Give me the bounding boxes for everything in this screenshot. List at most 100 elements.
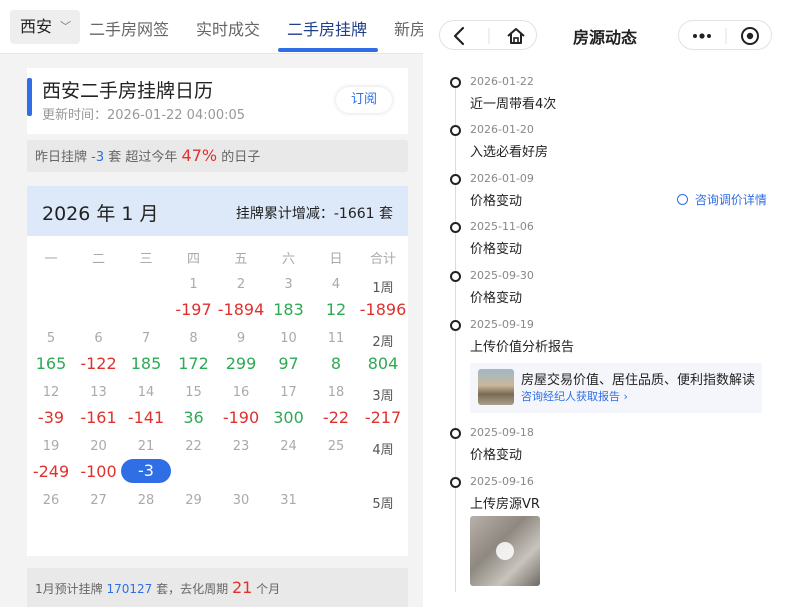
timeline-date: 2026-01-20 [470, 123, 534, 136]
timeline-date: 2025-09-30 [470, 269, 534, 282]
calendar-day: 17 [280, 385, 297, 400]
week-label: 4周 [372, 443, 394, 458]
calendar-day: 18 [327, 385, 345, 400]
week-total-value: -217 [364, 408, 402, 427]
back-icon[interactable] [453, 26, 465, 46]
calendar-header-card: 西安二手房挂牌日历 更新时间：2026-01-22 04:00:05 订阅 [27, 68, 408, 134]
vr-thumbnail[interactable] [470, 516, 540, 586]
daily-change-value: -39 [37, 408, 65, 427]
weekday-label: 五 [234, 252, 248, 267]
timeline-date: 2025-09-16 [470, 475, 534, 488]
more-icon[interactable] [693, 33, 711, 39]
calendar-day: 20 [90, 439, 107, 454]
chevron-down-icon: ﹀ [60, 20, 71, 33]
weekday-label: 二 [91, 252, 105, 267]
weekday-label: 一 [44, 252, 58, 267]
daily-change-value: 299 [225, 354, 257, 373]
title-accent-bar [27, 78, 32, 116]
report-link[interactable]: 咨询经纪人获取报告 › [521, 388, 628, 404]
active-tab-indicator [278, 48, 378, 52]
daily-change-value: -141 [127, 408, 165, 427]
calendar-day: 8 [189, 331, 198, 346]
calendar-day: 3 [284, 277, 293, 292]
vr-play-icon [496, 542, 514, 560]
daily-change-value: 165 [35, 354, 67, 373]
calendar-day: 21 [137, 439, 155, 454]
timeline-dot [450, 271, 461, 282]
calendar-day: 23 [232, 439, 250, 454]
timeline-dot [450, 125, 461, 136]
timeline-dot [450, 77, 461, 88]
calendar-day: 10 [280, 331, 297, 346]
calendar-day: 26 [42, 493, 60, 508]
daily-change-value: 36 [183, 408, 204, 427]
consult-price-label: 咨询调价详情 [694, 193, 767, 207]
weekday-label: 合计 [369, 252, 396, 267]
daily-change-value: -100 [80, 462, 117, 481]
daily-change-value: 300 [273, 408, 304, 427]
nav-left-capsule-icons [453, 26, 525, 46]
calendar-day: 30 [232, 493, 250, 508]
timeline-date: 2025-11-06 [470, 220, 534, 233]
timeline-event: 价格变动 [470, 291, 523, 306]
week-label: 1周 [372, 281, 394, 296]
weekday-label: 四 [186, 252, 200, 267]
yesterday-prefix: 昨日挂牌 [35, 150, 88, 165]
calendar-day: 25 [327, 439, 345, 454]
daily-change-value: 8 [330, 354, 342, 373]
calendar-day: 31 [280, 493, 297, 508]
nav-left-capsule [439, 20, 537, 50]
listing-activity-panel: 房源动态 2026-01-22 近一周带看4次 2026-01-20 入选必看好房 20… [423, 0, 794, 607]
city-selector[interactable]: 西安 ﹀ [10, 10, 80, 44]
daily-change-value: 185 [130, 354, 162, 373]
value-report-card[interactable]: 房屋交易价值、居住品质、便利指数解读 咨询经纪人获取报告 › [470, 363, 762, 413]
tab-new-homes[interactable]: 新房 [394, 0, 423, 54]
consult-price-button[interactable]: 咨询调价详情 [677, 191, 767, 208]
today-value[interactable]: -3 [121, 459, 171, 483]
tab-realtime-deals[interactable]: 实时成交 [196, 0, 260, 54]
calendar-day: 5 [46, 331, 56, 346]
report-title: 房屋交易价值、居住品质、便利指数解读 [521, 373, 756, 388]
timeline-event: 上传房源VR [470, 497, 540, 512]
week-total-value: -1896 [359, 300, 407, 319]
calendar-day: 19 [42, 439, 60, 454]
timeline-date: 2025-09-18 [470, 426, 534, 439]
daily-change-value: 172 [178, 354, 209, 373]
timeline-dot [450, 477, 461, 488]
forecast-value: 170127 [106, 582, 153, 596]
week-total-value: 804 [367, 354, 399, 373]
yesterday-suffix: 的日子 [221, 150, 261, 165]
daily-change-value: -122 [80, 354, 117, 373]
home-icon[interactable] [507, 28, 525, 44]
report-thumbnail [478, 369, 514, 405]
daily-change-value: -22 [322, 408, 350, 427]
forecast-prefix: 1月预计挂牌 [35, 582, 103, 596]
timeline-line [455, 82, 456, 592]
daily-change-value: 12 [325, 300, 347, 319]
calendar-day: 1 [189, 277, 198, 292]
forecast-period: 21 [231, 578, 253, 597]
timeline-event: 上传价值分析报告 [470, 340, 575, 355]
weekday-label: 六 [281, 252, 295, 267]
city-label: 西安 [20, 17, 53, 36]
calendar-day: 27 [90, 493, 107, 508]
yesterday-value: -3 [91, 150, 105, 165]
week-label: 5周 [372, 497, 394, 512]
tab-listings[interactable]: 二手房挂牌 [287, 0, 367, 54]
calendar-day: 11 [327, 331, 345, 346]
timeline-event: 价格变动 [470, 194, 523, 209]
close-target-icon[interactable] [741, 27, 759, 45]
yesterday-mid: 套 超过今年 [108, 150, 178, 165]
tab-online-sign[interactable]: 二手房网签 [89, 0, 169, 54]
daily-change-value: -197 [175, 300, 212, 319]
timeline-dot [450, 174, 461, 185]
calendar-day: 12 [42, 385, 60, 400]
timeline-event: 近一周带看4次 [470, 97, 557, 112]
calendar-day: 2 [236, 277, 246, 292]
calendar-day: 9 [236, 331, 246, 346]
subscribe-button[interactable]: 订阅 [336, 87, 392, 113]
yesterday-percent: 47% [181, 146, 218, 165]
calendar-day: 16 [232, 385, 250, 400]
daily-change-value: -1894 [217, 300, 265, 319]
timeline-dot [450, 222, 461, 233]
